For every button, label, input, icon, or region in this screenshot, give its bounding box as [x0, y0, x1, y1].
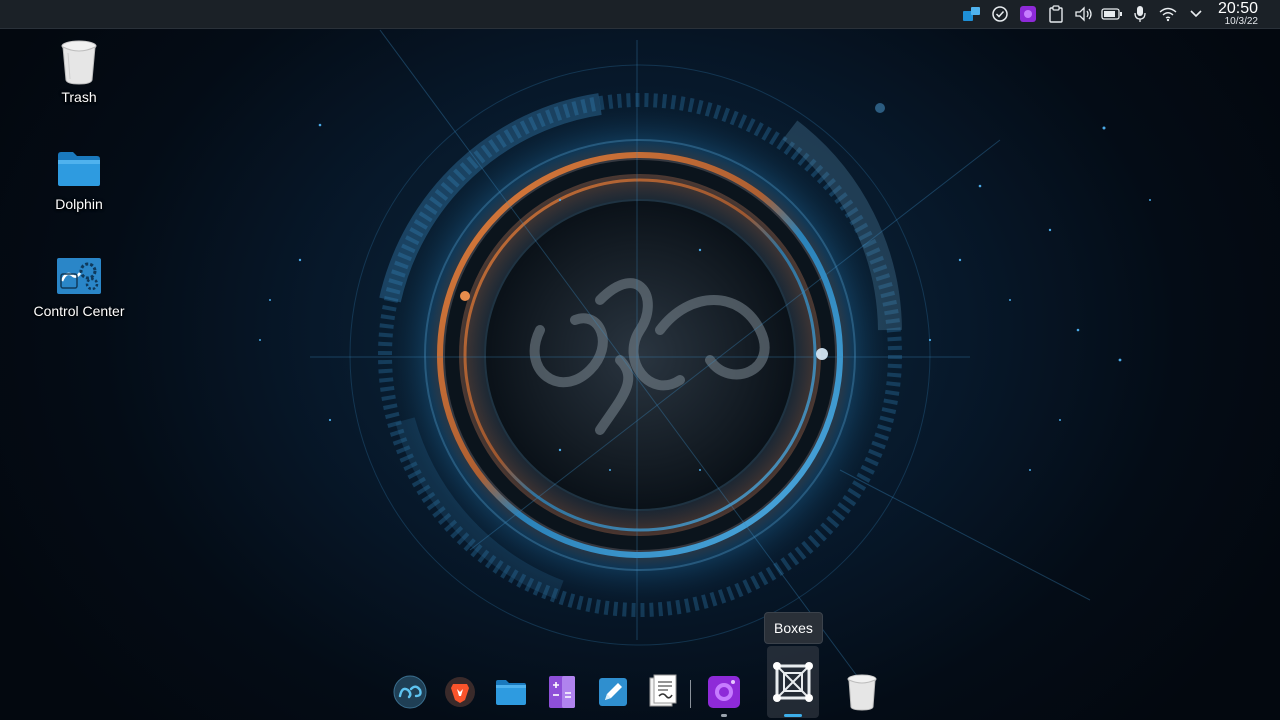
text-editor-icon[interactable]: [591, 670, 635, 714]
volume-icon[interactable]: [1070, 0, 1098, 28]
folder-icon: [55, 145, 103, 193]
screen-recorder-icon[interactable]: [702, 670, 746, 714]
dock-tooltip: Boxes: [764, 612, 823, 644]
wifi-icon[interactable]: [1154, 0, 1182, 28]
running-indicator: [721, 714, 727, 717]
updates-check-icon[interactable]: [986, 0, 1014, 28]
top-panel: 20:50 10/3/22: [0, 0, 1280, 29]
desktop-icon-label: Trash: [61, 89, 97, 105]
desktop-icon-label: Control Center: [33, 303, 125, 319]
desktop-icon-control-center[interactable]: Control Center: [9, 252, 149, 320]
trash-icon: [55, 38, 103, 86]
clock-time: 20:50: [1217, 0, 1258, 17]
calculator-icon[interactable]: [540, 670, 584, 714]
clipboard-icon[interactable]: [1042, 0, 1070, 28]
expand-tray-icon[interactable]: [1182, 0, 1210, 28]
boxes-tray-icon[interactable]: [1014, 0, 1042, 28]
desktop-icon-label: Dolphin: [55, 196, 103, 212]
biglinux-menu-icon[interactable]: [388, 670, 432, 714]
window-switcher-icon[interactable]: [958, 0, 986, 28]
active-indicator: [784, 714, 802, 717]
desktop-icon-dolphin[interactable]: Dolphin: [9, 145, 149, 213]
microphone-icon[interactable]: [1126, 0, 1154, 28]
dock-separator: [690, 680, 691, 708]
clock-date: 10/3/22: [1224, 16, 1258, 27]
system-tray: 20:50 10/3/22: [958, 0, 1280, 28]
desktop-icon-trash[interactable]: Trash: [9, 38, 149, 106]
boxes-icon[interactable]: [767, 646, 819, 718]
control-center-icon: [55, 252, 103, 300]
dock: [388, 646, 888, 720]
brave-browser-icon[interactable]: [438, 670, 482, 714]
digital-clock[interactable]: 20:50 10/3/22: [1210, 0, 1280, 28]
document-viewer-icon[interactable]: [641, 670, 685, 714]
battery-icon[interactable]: [1098, 0, 1126, 28]
wallpaper: [259, 25, 1151, 685]
trash-dock-icon[interactable]: [840, 670, 884, 714]
dolphin-file-manager-icon[interactable]: [489, 670, 533, 714]
